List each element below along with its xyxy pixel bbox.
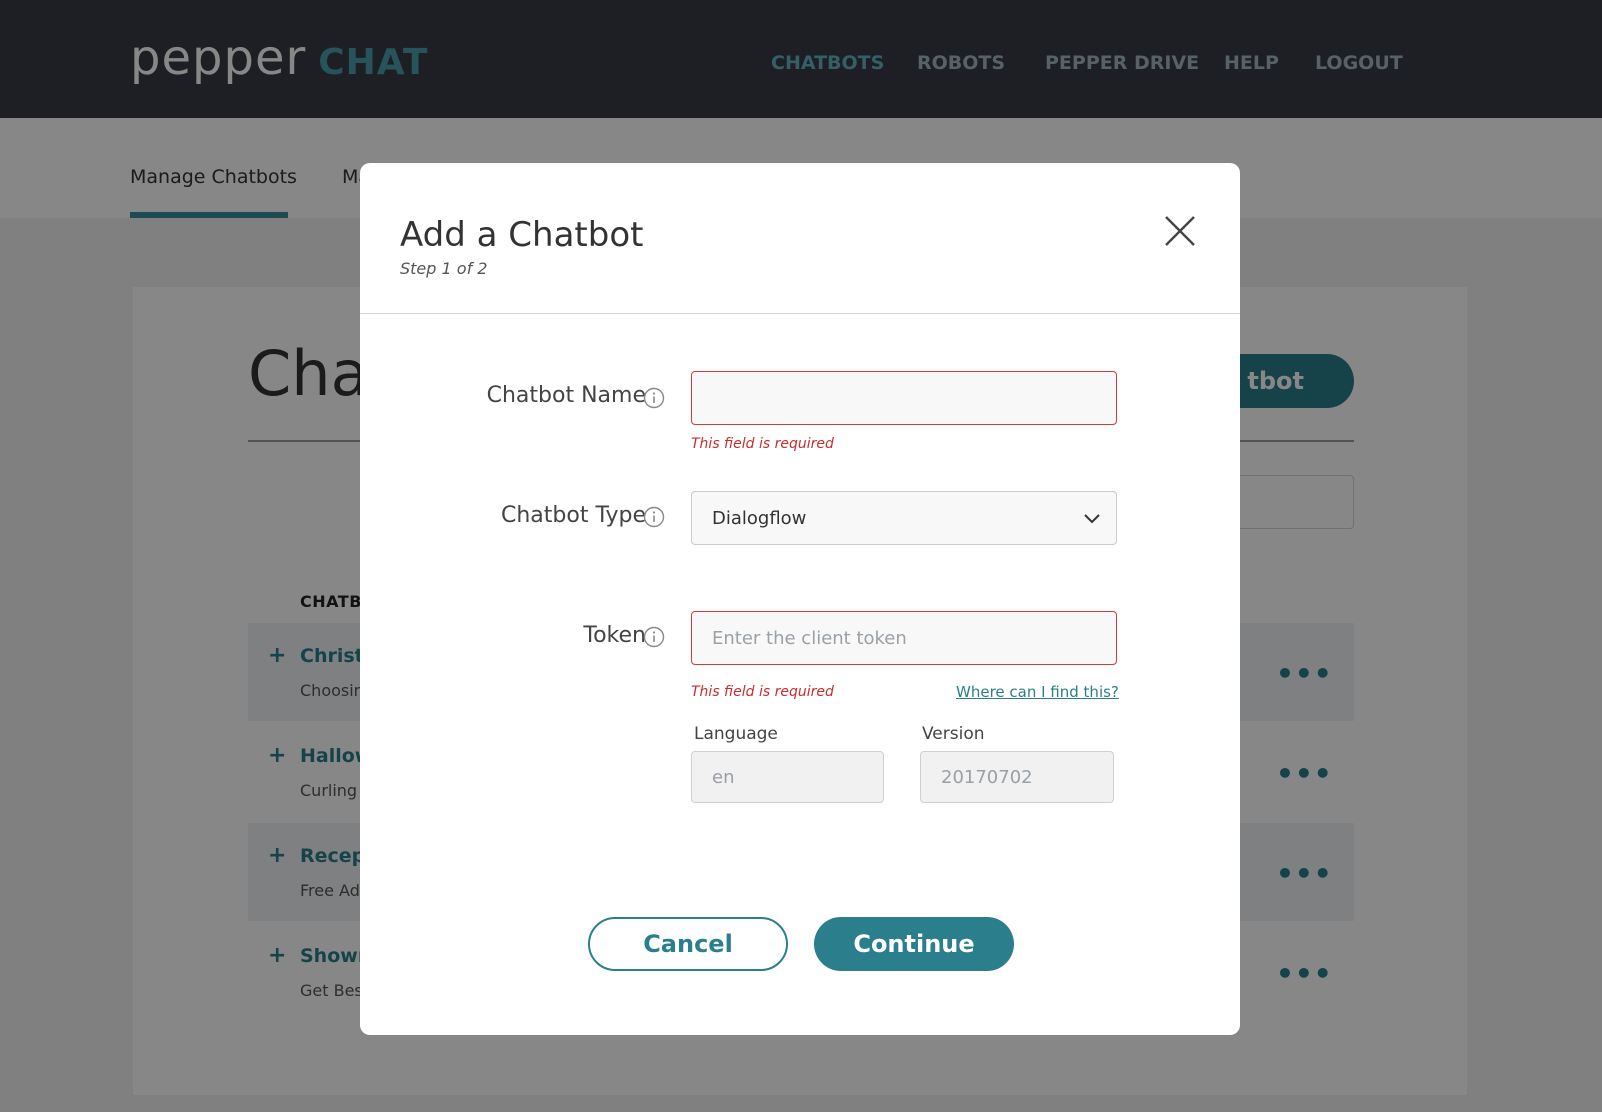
dialog-step-indicator: Step 1 of 2: [400, 259, 488, 278]
chatbot-type-value: Dialogflow: [712, 507, 807, 529]
version-label: Version: [922, 724, 985, 744]
continue-button-label: Continue: [853, 930, 975, 958]
info-icon[interactable]: [643, 626, 665, 648]
continue-button[interactable]: Continue: [814, 917, 1014, 971]
token-placeholder: Enter the client token: [712, 627, 907, 649]
token-input[interactable]: Enter the client token: [691, 611, 1117, 665]
version-value: 20170702: [941, 766, 1033, 788]
dialog-title: Add a Chatbot: [400, 215, 644, 255]
cancel-button-label: Cancel: [643, 930, 733, 958]
chatbot-name-input[interactable]: [691, 371, 1117, 425]
chatbot-type-select[interactable]: Dialogflow: [691, 491, 1117, 545]
chatbot-type-label: Chatbot Type: [501, 503, 646, 528]
add-chatbot-dialog: Add a Chatbot Step 1 of 2 Chatbot Name T…: [360, 163, 1240, 1035]
chatbot-name-label: Chatbot Name: [486, 383, 646, 408]
language-field: en: [691, 751, 884, 803]
token-error: This field is required: [691, 684, 834, 700]
where-find-token-link[interactable]: Where can I find this?: [956, 683, 1119, 701]
info-icon[interactable]: [643, 506, 665, 528]
language-label: Language: [694, 724, 778, 744]
language-value: en: [712, 766, 735, 788]
info-icon[interactable]: [643, 387, 665, 409]
cancel-button[interactable]: Cancel: [588, 917, 788, 971]
chatbot-name-error: This field is required: [691, 436, 834, 452]
close-icon[interactable]: [1162, 213, 1198, 249]
dialog-header-divider: [360, 313, 1240, 314]
chevron-down-icon: [1084, 514, 1100, 524]
token-label: Token: [583, 623, 646, 648]
version-field: 20170702: [920, 751, 1114, 803]
